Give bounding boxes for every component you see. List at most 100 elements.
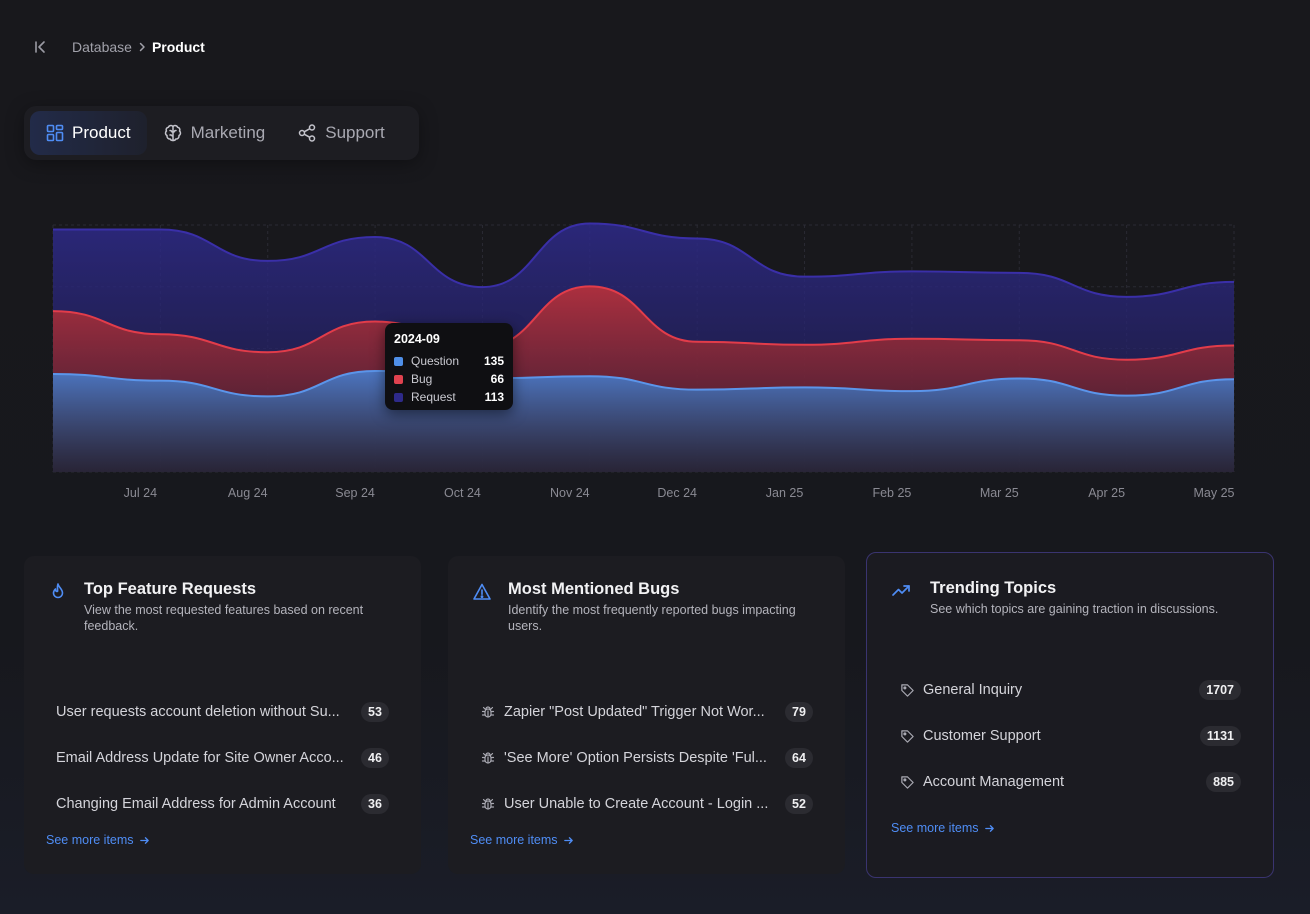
tab-label: Support	[325, 123, 385, 142]
card-description: Identify the most frequently reported bu…	[508, 603, 796, 633]
brain-icon	[164, 124, 181, 142]
bug-list: Zapier "Post Updated" Trigger Not Wor...…	[470, 689, 823, 827]
series-value: 66	[490, 372, 504, 386]
feature-request-list: User requests account deletion without S…	[46, 689, 399, 827]
tab-support[interactable]: Support	[281, 111, 401, 155]
bug-icon	[480, 750, 496, 766]
count-badge: 885	[1206, 772, 1241, 792]
list-item[interactable]: Customer Support 1131	[889, 713, 1251, 759]
item-label: Zapier "Post Updated" Trigger Not Wor...	[504, 704, 765, 720]
series-name: Bug	[411, 372, 433, 386]
tooltip-title: 2024-09	[394, 332, 440, 346]
see-more-link[interactable]: See more items	[470, 833, 574, 847]
card-title: Trending Topics	[930, 579, 1057, 597]
series-name: Question	[411, 354, 460, 368]
x-tick-label: Mar 25	[980, 486, 1019, 500]
series-value: 113	[484, 390, 504, 404]
see-more-link[interactable]: See more items	[891, 821, 995, 835]
tab-label: Product	[72, 123, 131, 142]
count-badge: 64	[785, 748, 813, 768]
tab-bar: Product Marketing Support	[24, 106, 419, 160]
count-badge: 53	[361, 702, 389, 722]
item-label: User requests account deletion without S…	[56, 704, 340, 720]
top-feature-requests-card: Top Feature Requests View the most reque…	[24, 556, 421, 874]
tab-product[interactable]: Product	[30, 111, 147, 155]
share-icon	[298, 124, 316, 142]
flame-icon	[52, 583, 64, 599]
x-axis-ticks: Jul 24 Aug 24 Sep 24 Oct 24 Nov 24 Dec 24 Jan …	[124, 486, 1235, 500]
see-more-label: See more items	[470, 833, 558, 847]
breadcrumb-database[interactable]: Database	[72, 39, 132, 55]
tag-icon	[899, 774, 915, 790]
tab-label: Marketing	[190, 123, 266, 142]
bug-icon	[480, 704, 496, 720]
chart-areas	[52, 222, 1235, 472]
list-item[interactable]: Email Address Update for Site Owner Acco…	[46, 735, 399, 781]
x-tick-label: Aug 24	[228, 486, 268, 500]
card-description: See which topics are gaining traction in…	[930, 602, 1219, 616]
chart-tooltip: 2024-09 Question 135 Bug 66 Request 113	[385, 323, 513, 410]
count-badge: 46	[361, 748, 389, 768]
x-tick-label: Feb 25	[872, 486, 911, 500]
list-item[interactable]: Zapier "Post Updated" Trigger Not Wor...…	[470, 689, 823, 735]
count-badge: 52	[785, 794, 813, 814]
see-more-label: See more items	[891, 821, 979, 835]
list-item[interactable]: User Unable to Create Account - Login ..…	[470, 781, 823, 827]
item-label: User Unable to Create Account - Login ..…	[504, 796, 769, 812]
x-tick-label: Dec 24	[657, 486, 697, 500]
count-badge: 1131	[1199, 726, 1241, 746]
arrow-right-icon	[139, 836, 149, 844]
bug-icon	[480, 796, 496, 812]
x-tick-label: Sep 24	[335, 486, 375, 500]
tooltip-row-bug: Bug 66	[394, 370, 504, 388]
list-item[interactable]: 'See More' Option Persists Despite 'Ful.…	[470, 735, 823, 781]
count-badge: 36	[361, 794, 389, 814]
series-value: 135	[483, 354, 504, 368]
tab-marketing[interactable]: Marketing	[147, 111, 282, 155]
arrow-right-icon	[563, 836, 573, 844]
tag-icon	[899, 682, 915, 698]
tag-icon	[899, 728, 915, 744]
tooltip-row-question: Question 135	[394, 352, 504, 370]
count-badge: 79	[785, 702, 813, 722]
item-label: Email Address Update for Site Owner Acco…	[56, 750, 344, 766]
legend-swatch	[394, 392, 403, 402]
x-tick-label: Apr 25	[1088, 486, 1125, 500]
breadcrumb-current: Product	[151, 39, 205, 55]
card-title: Most Mentioned Bugs	[508, 580, 680, 598]
see-more-label: See more items	[46, 833, 134, 847]
x-tick-label: Jan 25	[766, 486, 804, 500]
trending-topics-card: Trending Topics See which topics are gai…	[866, 552, 1274, 878]
card-title: Top Feature Requests	[84, 580, 257, 598]
x-tick-label: Jul 24	[124, 486, 157, 500]
list-item[interactable]: General Inquiry 1707	[889, 667, 1251, 713]
stacked-area-chart: Jul 24 Aug 24 Sep 24 Oct 24 Nov 24 Dec 24 Jan …	[52, 222, 1235, 500]
chevron-right-icon	[134, 42, 150, 52]
x-tick-label: May 25	[1194, 486, 1235, 500]
tooltip-row-request: Request 113	[394, 388, 504, 406]
item-label: Account Management	[923, 774, 1065, 790]
trending-up-icon	[892, 585, 910, 596]
arrow-right-icon	[984, 824, 994, 832]
legend-swatch	[394, 356, 403, 366]
series-name: Request	[411, 390, 456, 404]
list-item[interactable]: User requests account deletion without S…	[46, 689, 399, 735]
item-label: Changing Email Address for Admin Account	[56, 796, 336, 812]
list-item[interactable]: Changing Email Address for Admin Account…	[46, 781, 399, 827]
see-more-link[interactable]: See more items	[46, 833, 150, 847]
x-tick-label: Oct 24	[444, 486, 481, 500]
count-badge: 1707	[1199, 680, 1241, 700]
card-description: View the most requested features based o…	[84, 603, 364, 633]
item-label: General Inquiry	[923, 682, 1023, 698]
warning-icon	[473, 583, 491, 600]
x-tick-label: Nov 24	[550, 486, 590, 500]
most-mentioned-bugs-card: Most Mentioned Bugs Identify the most fr…	[448, 556, 845, 874]
topic-list: General Inquiry 1707 Customer Support 11…	[889, 667, 1251, 805]
item-label: Customer Support	[923, 728, 1041, 744]
legend-swatch	[394, 374, 403, 384]
breadcrumb: Database Product	[32, 36, 205, 58]
collapse-sidebar-icon[interactable]	[32, 38, 50, 56]
list-item[interactable]: Account Management 885	[889, 759, 1251, 805]
grid-icon	[46, 124, 64, 142]
item-label: 'See More' Option Persists Despite 'Ful.…	[504, 750, 767, 766]
